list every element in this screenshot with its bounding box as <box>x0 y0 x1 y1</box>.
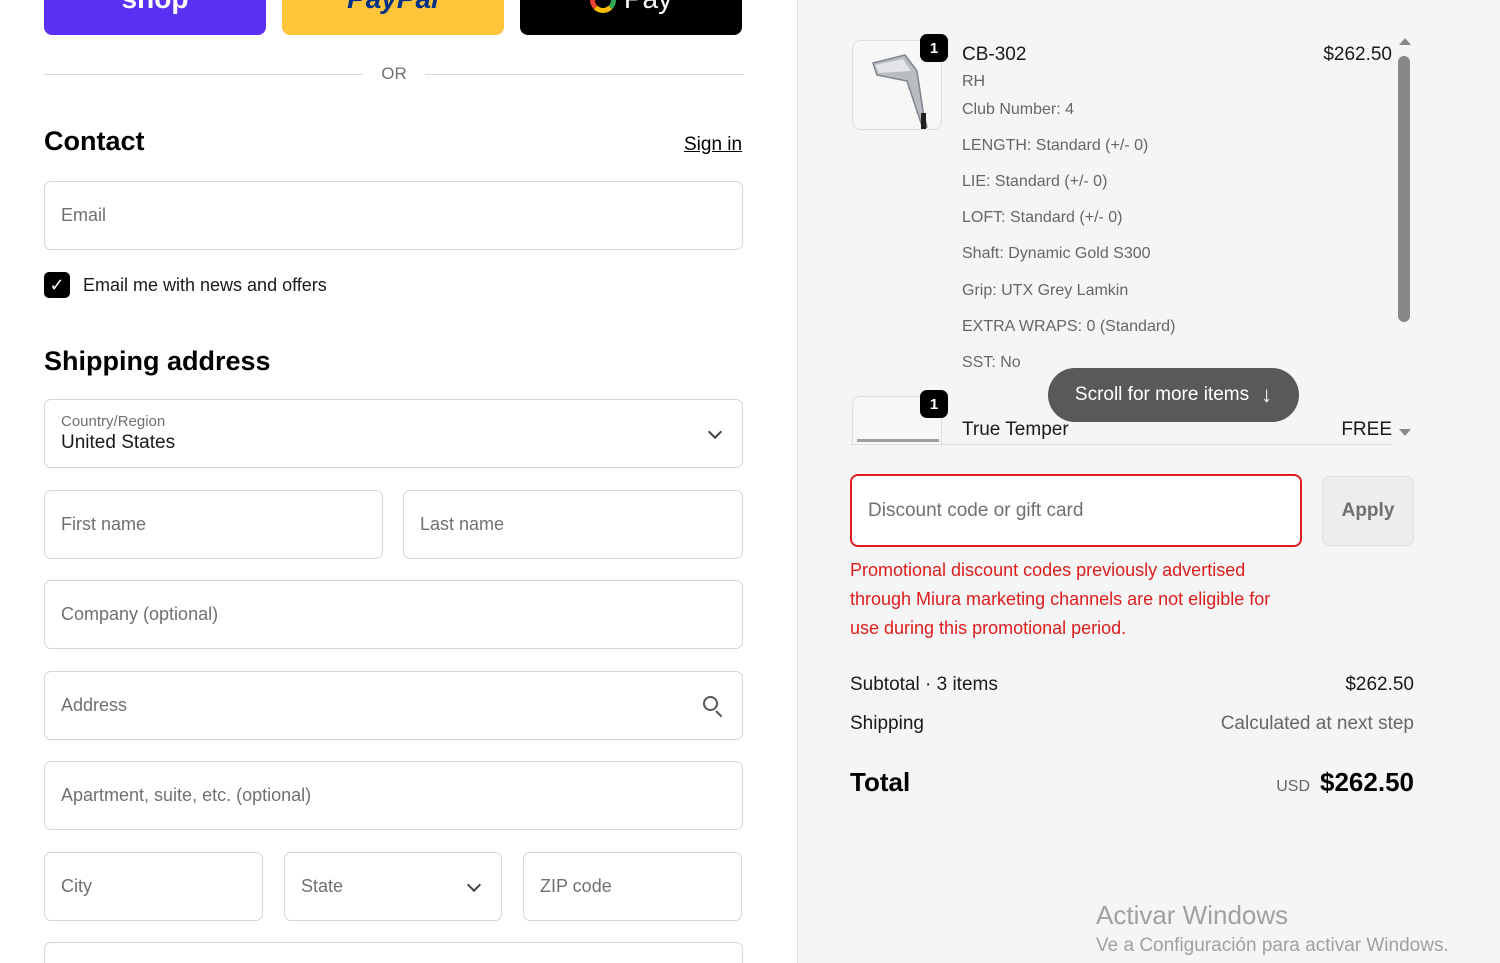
item-attribute: LENGTH: Standard (+/- 0) <box>962 137 1149 154</box>
paypal-button[interactable]: PayPal <box>282 0 504 35</box>
apartment-field[interactable] <box>44 761 743 830</box>
shipping-label: Shipping <box>850 713 924 734</box>
currency-code: USD <box>1276 778 1311 795</box>
shipping-value: Calculated at next step <box>1220 713 1414 734</box>
contact-heading: Contact <box>44 126 145 156</box>
item-attribute: Grip: UTX Grey Lamkin <box>962 282 1129 299</box>
scroll-down-icon[interactable] <box>1399 429 1411 436</box>
item-attribute: Shaft: Dynamic Gold S300 <box>962 245 1151 262</box>
paypal-label: PayPal <box>347 0 439 15</box>
zip-field[interactable] <box>523 852 742 921</box>
newsletter-checkbox[interactable]: ✓ <box>44 272 70 298</box>
total-row: Total USD $262.50 <box>850 767 1414 798</box>
discount-error-message: Promotional discount codes previously ad… <box>850 560 1271 638</box>
google-icon <box>589 0 616 14</box>
chevron-down-icon <box>707 424 723 439</box>
item-attribute: RH <box>962 73 986 90</box>
total-label: Total <box>850 767 911 797</box>
sign-in-link[interactable]: Sign in <box>684 134 742 156</box>
discount-input[interactable] <box>868 499 1284 522</box>
first-name-field[interactable] <box>44 490 383 559</box>
company-field[interactable] <box>44 580 743 649</box>
last-name-input[interactable] <box>420 514 726 535</box>
subtotal-label: Subtotal · 3 items <box>850 674 998 695</box>
google-pay-label: Pay <box>624 0 672 14</box>
zip-input[interactable] <box>540 876 725 897</box>
state-select[interactable]: State <box>284 852 502 921</box>
country-value: United States <box>61 432 176 453</box>
order-summary: 1 CB-302 $262.50 RH Club Number: 4 LENGT… <box>797 0 1500 963</box>
divider-line <box>850 444 1392 445</box>
search-icon[interactable] <box>702 695 724 717</box>
item-price: $262.50 <box>1323 44 1392 65</box>
arrow-down-icon: ↓ <box>1261 382 1273 407</box>
item-attribute: Club Number: 4 <box>962 101 1075 118</box>
divider-line <box>44 73 364 75</box>
shipping-row: Shipping Calculated at next step <box>850 713 1414 735</box>
country-label: Country/Region <box>61 413 166 430</box>
address-input[interactable] <box>61 695 726 716</box>
checkmark-icon: ✓ <box>49 274 65 295</box>
item-title: True Temper <box>962 419 1069 440</box>
address-field[interactable] <box>44 671 743 740</box>
watermark-title: Activar Windows <box>1096 900 1289 930</box>
item-title: CB-302 <box>962 44 1027 65</box>
item-attribute: LIE: Standard (+/- 0) <box>962 173 1108 190</box>
shop-pay-label: shop <box>122 0 189 15</box>
apartment-input[interactable] <box>61 785 726 806</box>
cart-scrollbar[interactable] <box>1392 34 1414 446</box>
item-quantity-badge: 1 <box>920 390 948 418</box>
scroll-more-items-button[interactable]: Scroll for more items ↓ <box>1048 368 1299 422</box>
cart-items-list[interactable]: 1 CB-302 $262.50 RH Club Number: 4 LENGT… <box>850 34 1414 446</box>
windows-activation-watermark: Activar Windows Ve a Configuración para … <box>1096 900 1449 957</box>
google-pay-button[interactable]: Pay <box>520 0 742 35</box>
company-input[interactable] <box>61 604 726 625</box>
or-divider: OR <box>44 62 744 86</box>
shipping-heading: Shipping address <box>44 346 271 376</box>
newsletter-option[interactable]: ✓ Email me with news and offers <box>44 272 327 298</box>
email-field[interactable] <box>44 181 743 250</box>
last-name-field[interactable] <box>403 490 743 559</box>
subtotal-row: Subtotal · 3 items $262.50 <box>850 674 1414 696</box>
apply-discount-button[interactable]: Apply <box>1322 476 1414 546</box>
item-attribute: SST: No <box>962 354 1021 371</box>
checkout-form: shop PayPal Pay OR Contact Sign in ✓ Ema… <box>0 0 797 963</box>
watermark-subtitle: Ve a Configuración para activar Windows. <box>1096 935 1449 956</box>
discount-field[interactable] <box>850 474 1302 547</box>
item-attribute: LOFT: Standard (+/- 0) <box>962 209 1123 226</box>
or-text: OR <box>381 64 407 83</box>
first-name-input[interactable] <box>61 514 366 535</box>
city-field[interactable] <box>44 852 263 921</box>
country-select[interactable]: Country/Region United States <box>44 399 743 468</box>
newsletter-label: Email me with news and offers <box>83 274 327 295</box>
scroll-up-icon[interactable] <box>1399 38 1411 45</box>
email-input[interactable] <box>61 205 726 226</box>
item-attribute: EXTRA WRAPS: 0 (Standard) <box>962 318 1176 335</box>
subtotal-value: $262.50 <box>1345 674 1414 695</box>
phone-field-partial[interactable] <box>44 942 743 963</box>
divider-line <box>424 73 744 75</box>
item-price: FREE <box>1341 419 1392 440</box>
chevron-down-icon <box>466 877 482 892</box>
item-quantity-badge: 1 <box>920 34 948 62</box>
total-value: $262.50 <box>1320 767 1414 797</box>
scrollbar-thumb[interactable] <box>1398 56 1410 322</box>
state-label: State <box>301 876 344 896</box>
shop-pay-button[interactable]: shop <box>44 0 266 35</box>
city-input[interactable] <box>61 876 246 897</box>
scroll-hint-label: Scroll for more items <box>1074 384 1250 405</box>
